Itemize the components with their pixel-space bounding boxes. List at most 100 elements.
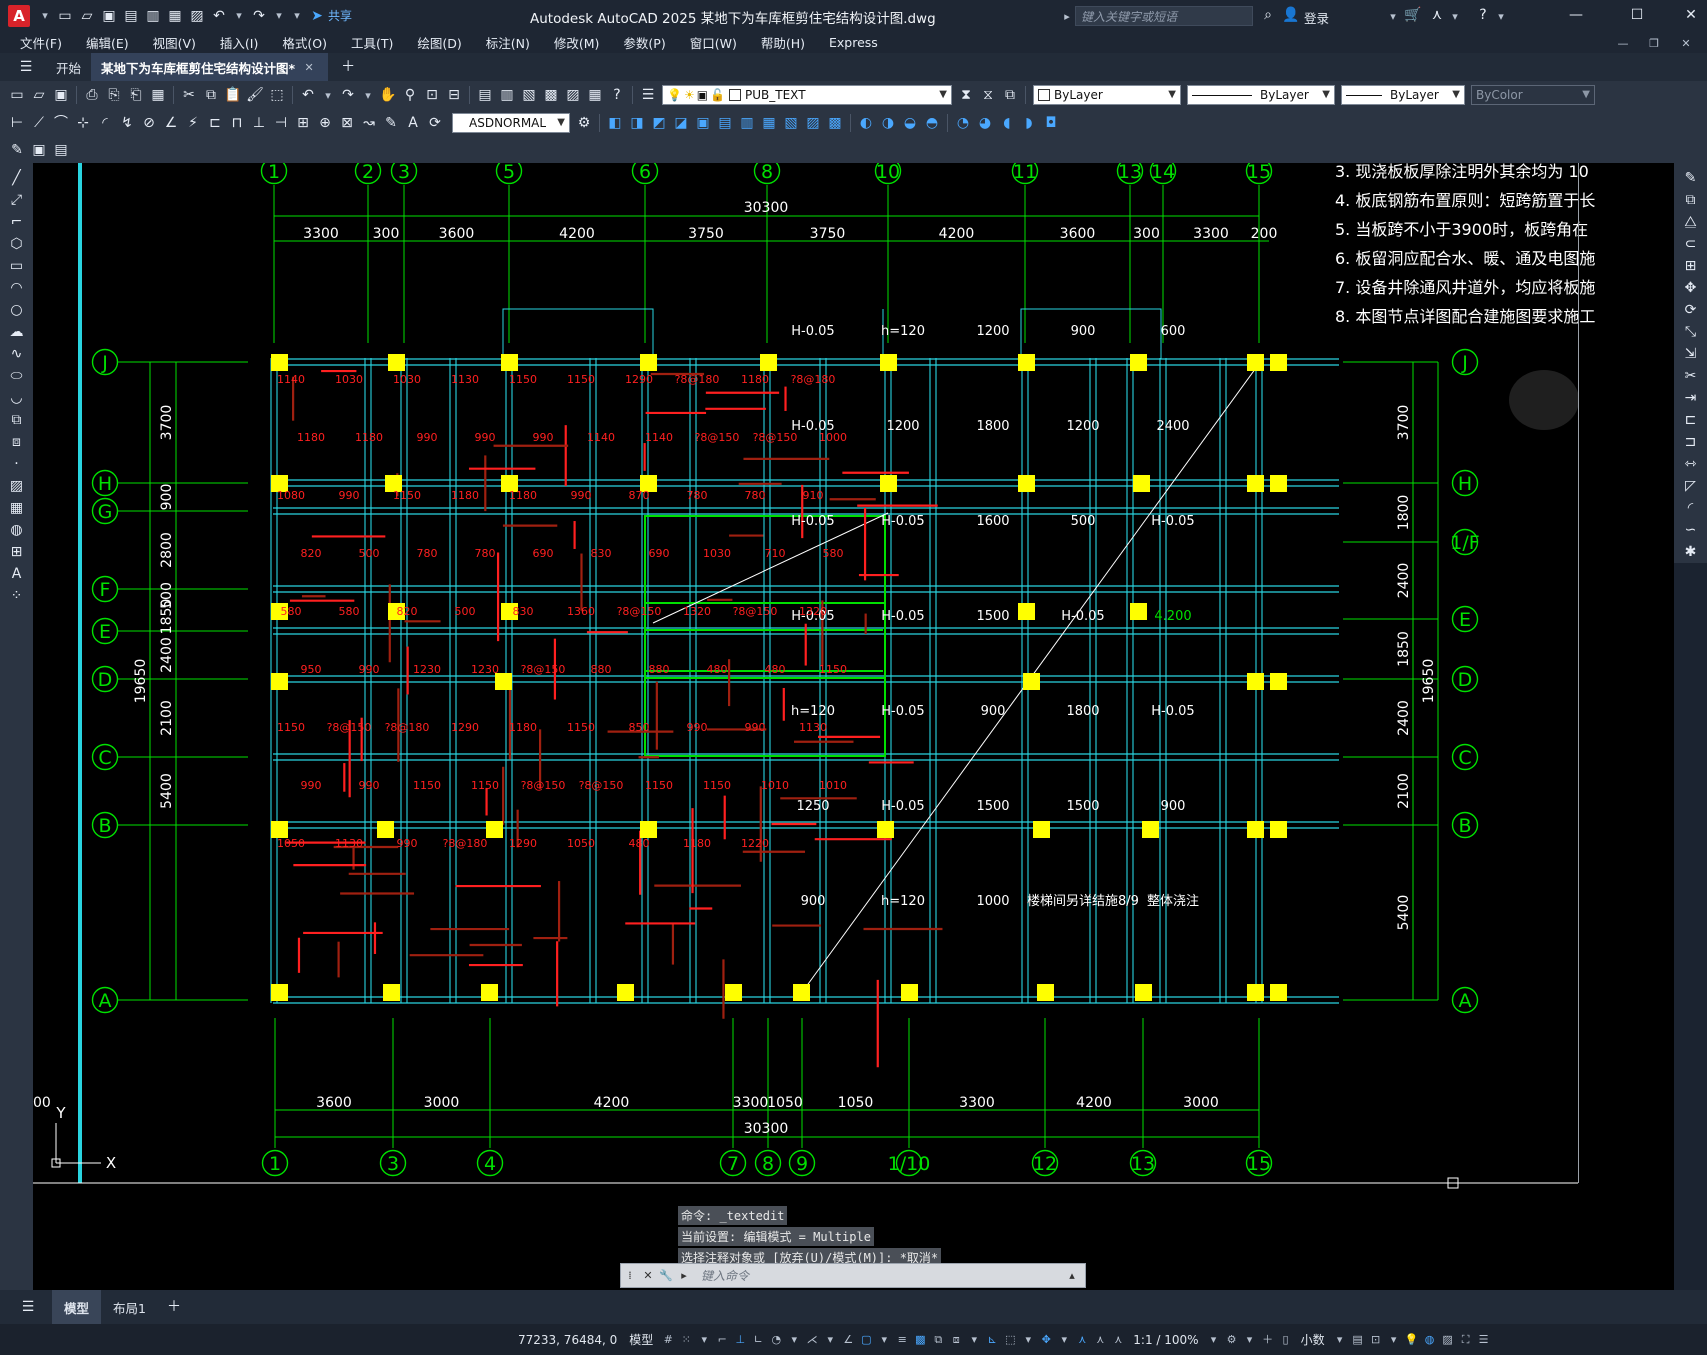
open-file-icon[interactable]: ▱ <box>77 6 97 26</box>
center-mark-icon[interactable]: ⊕ <box>315 113 335 133</box>
units-icon[interactable]: ▯ <box>1278 1330 1294 1350</box>
copy-edges-icon[interactable]: ◕ <box>975 113 995 133</box>
layer-state-icon[interactable]: ⧉ <box>1000 85 1020 105</box>
linetype-dropdown[interactable]: ByLayer ▼ <box>1187 85 1335 105</box>
design-center-icon[interactable]: ▥ <box>497 85 517 105</box>
imprint-icon[interactable]: ◐ <box>856 113 876 133</box>
chevron-down-icon[interactable]: ▼ <box>939 86 947 104</box>
minimize-icon[interactable]: — <box>1566 5 1586 25</box>
3d-print-icon[interactable]: ▦ <box>148 85 168 105</box>
calculator-icon[interactable]: ▦ <box>585 85 605 105</box>
construction-line-icon[interactable]: ⤢ <box>7 190 27 210</box>
dim-update-icon[interactable]: ⟳ <box>425 113 445 133</box>
match-properties-icon[interactable]: 🖌 <box>245 85 265 105</box>
qsave-icon[interactable]: ▣ <box>51 85 71 105</box>
bulb-icon[interactable]: 💡 <box>667 86 682 104</box>
insert-block-tool-icon[interactable]: ⧉ <box>7 410 27 430</box>
workspace-gear-icon[interactable]: ⚙ <box>1224 1330 1240 1350</box>
circle-icon[interactable]: ○ <box>7 300 27 320</box>
annotation-monitor-icon[interactable]: ＋ <box>1260 1330 1276 1350</box>
copy-faces-icon[interactable]: ▨ <box>803 113 823 133</box>
move-faces-icon[interactable]: ▣ <box>693 113 713 133</box>
object-snap-chevron-icon[interactable]: ▾ <box>876 1330 892 1350</box>
new-tab-icon[interactable]: ＋ <box>338 57 358 77</box>
command-grip-icon[interactable]: ⁞ <box>622 1266 638 1286</box>
layer-dropdown[interactable]: 💡 ☀ ▣ 🔓 PUB_TEXT ▼ <box>662 85 952 105</box>
command-recent-icon[interactable]: ▸ <box>676 1266 692 1286</box>
insert-block-icon[interactable]: ▣ <box>29 140 49 160</box>
cart-icon[interactable]: 🛒 <box>1403 5 1423 25</box>
tab-layout1[interactable]: 布局1 <box>101 1290 158 1324</box>
union-icon[interactable]: ◧ <box>605 113 625 133</box>
lock-ui-icon[interactable]: ⊡ <box>1368 1330 1384 1350</box>
hardware-acceleration-icon[interactable]: ◍ <box>1422 1330 1438 1350</box>
layout-menu-icon[interactable]: ☰ <box>18 1297 38 1317</box>
scale-icon[interactable]: ⤡ <box>1681 322 1701 342</box>
close-window-icon[interactable]: ✕ <box>1681 5 1701 25</box>
point-icon[interactable]: · <box>7 454 27 474</box>
tab-start[interactable]: 开始 <box>46 53 91 81</box>
menu-tools[interactable]: 工具(T) <box>351 33 393 52</box>
maximize-icon[interactable]: ☐ <box>1627 5 1647 25</box>
plot-icon[interactable]: ▨ <box>187 6 207 26</box>
chevron-down-icon[interactable]: ▼ <box>1582 86 1590 104</box>
markup-icon[interactable]: ▨ <box>563 85 583 105</box>
properties-icon[interactable]: ▤ <box>475 85 495 105</box>
block-editor-icon[interactable]: ⬚ <box>267 85 287 105</box>
cut-icon[interactable]: ✂ <box>179 85 199 105</box>
copy-object-icon[interactable]: ⧉ <box>1681 190 1701 210</box>
tolerance-icon[interactable]: ⊞ <box>293 113 313 133</box>
plotstyle-dropdown[interactable]: ByColor ▼ <box>1471 85 1595 105</box>
autocad-logo-icon[interactable]: A <box>8 4 30 27</box>
line-icon[interactable]: ╱ <box>7 168 27 188</box>
selection-filter-chevron-icon[interactable]: ▾ <box>1020 1330 1036 1350</box>
hatch-icon[interactable]: ▨ <box>7 476 27 496</box>
save-icon[interactable]: ▣ <box>99 6 119 26</box>
lock-ui-chevron-icon[interactable]: ▾ <box>1386 1330 1402 1350</box>
polar-chevron-icon[interactable]: ▾ <box>786 1330 802 1350</box>
redo-chevron-icon[interactable]: ▾ <box>271 6 287 26</box>
dynamic-ucs-icon[interactable]: ⊾ <box>984 1330 1000 1350</box>
share-button[interactable]: 共享 <box>328 7 352 24</box>
lock-icon[interactable]: 🔓 <box>710 86 725 104</box>
print-icon[interactable]: ⎙ <box>82 85 102 105</box>
edit-attribute-icon[interactable]: ✎ <box>7 140 27 160</box>
layer-previous-icon[interactable]: ⧖ <box>978 85 998 105</box>
intersect-icon[interactable]: ◩ <box>649 113 669 133</box>
revision-cloud-icon[interactable]: ☁ <box>7 322 27 342</box>
menu-express[interactable]: Express <box>829 35 878 50</box>
erase-icon[interactable]: ✎ <box>1681 168 1701 188</box>
offset-faces-icon[interactable]: ▤ <box>715 113 735 133</box>
extend-icon[interactable]: ⇥ <box>1681 388 1701 408</box>
toolbar-redo-icon[interactable]: ↷ <box>338 85 358 105</box>
infer-constraints-icon[interactable]: ⌐ <box>714 1330 730 1350</box>
toolbar-undo-chevron-icon[interactable]: ▾ <box>320 85 336 105</box>
open-web-icon[interactable]: ▥ <box>143 6 163 26</box>
menu-parametric[interactable]: 参数(P) <box>623 33 665 52</box>
clean-icon[interactable]: ◑ <box>878 113 898 133</box>
radius-dim-icon[interactable]: ◜ <box>95 113 115 133</box>
dimstyle-manager-icon[interactable]: ⚙ <box>574 113 594 133</box>
pan-icon[interactable]: ✋ <box>378 85 398 105</box>
help-chevron-icon[interactable]: ▾ <box>1493 6 1509 26</box>
gradient-icon[interactable]: ▦ <box>7 498 27 518</box>
extrude-faces-icon[interactable]: ◪ <box>671 113 691 133</box>
check-icon[interactable]: ◔ <box>953 113 973 133</box>
drawing-canvas[interactable]: 30300 3300 300 3600 4200 3750 3750 4200 3600 300 3… <box>33 163 1674 1290</box>
lineweight-dropdown[interactable]: ByLayer ▼ <box>1341 85 1465 105</box>
dim-break-icon[interactable]: ⊣ <box>271 113 291 133</box>
inspection-icon[interactable]: ⊠ <box>337 113 357 133</box>
login-chevron-icon[interactable]: ▾ <box>1385 6 1401 26</box>
structural-plan-drawing[interactable]: 303003300 300 3600 4200 3750 3750 4200 3600 300 3… <box>33 163 1674 1290</box>
fullscreen-icon[interactable]: ⛶ <box>1458 1330 1474 1350</box>
separate-icon[interactable]: ◒ <box>900 113 920 133</box>
units-chevron-icon[interactable]: ▾ <box>1332 1330 1348 1350</box>
auto-scale-icon[interactable]: ⋏ <box>1092 1330 1108 1350</box>
add-layout-icon[interactable]: ＋ <box>164 1297 184 1317</box>
coordinates-readout[interactable]: 77233, 76484, 0 <box>518 1333 617 1347</box>
zoom-window-icon[interactable]: ⊡ <box>422 85 442 105</box>
jogged-linear-icon[interactable]: ↝ <box>359 113 379 133</box>
tool-palettes-icon[interactable]: ▧ <box>519 85 539 105</box>
grid-icon[interactable]: # <box>660 1330 676 1350</box>
units-value[interactable]: 小数 <box>1301 1331 1325 1348</box>
